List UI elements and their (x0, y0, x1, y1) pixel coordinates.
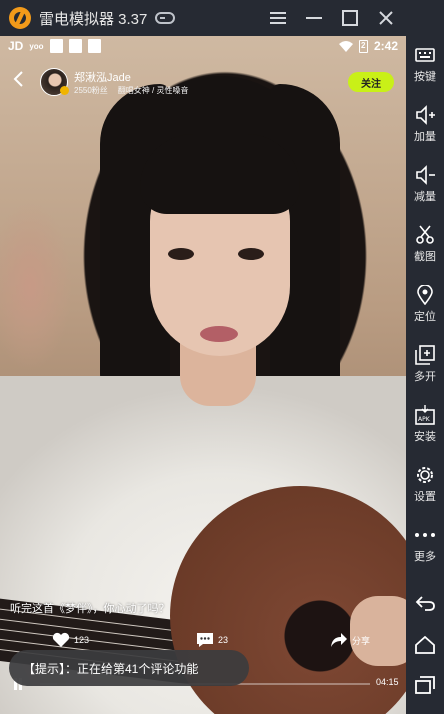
close-button[interactable] (374, 6, 398, 30)
sidebar-item-keys[interactable]: 按键 (406, 44, 444, 84)
scissors-icon (414, 224, 436, 246)
hamburger-icon (270, 12, 286, 24)
gamepad-icon[interactable] (155, 12, 176, 24)
multi-instance-icon (414, 344, 436, 366)
notification-icon (49, 39, 63, 53)
volume-down-icon (414, 164, 436, 186)
keyboard-icon (414, 44, 436, 66)
phone-screen: JD yoo 2 2:42 郑湫泓Jade 2550粉丝 翻唱女神 / 灵性嗓音… (0, 36, 406, 714)
sidebar-item-install[interactable]: APK 安装 (406, 404, 444, 444)
fans-count: 2550粉丝 (74, 86, 108, 95)
like-button[interactable]: 123 (52, 632, 89, 648)
sidebar-item-label: 减量 (414, 191, 436, 203)
close-icon (379, 11, 393, 25)
streamer-tag: 翻唱女神 (117, 86, 150, 95)
battery-icon: 2 (358, 39, 368, 53)
emulator-sidebar: 按键 加量 减量 截图 定位 多开 APK 安装 设置 更多 (406, 0, 444, 714)
minimize-icon (306, 17, 322, 19)
comment-button[interactable]: 23 (196, 632, 228, 648)
jd-app-icon: JD (8, 39, 24, 53)
recents-icon (414, 674, 436, 696)
emulator-logo-icon (9, 7, 31, 29)
sidebar-item-multi-instance[interactable]: 多开 (406, 344, 444, 384)
video-caption: 听完这首《梦伴》，你心动了吗？ (10, 603, 170, 615)
streamer-tag: 灵性嗓音 (156, 86, 189, 95)
sidebar-item-label: 更多 (414, 551, 436, 563)
android-home-button[interactable] (406, 634, 444, 656)
chevron-left-icon (13, 71, 23, 87)
share-label: 分享 (352, 635, 371, 646)
android-back-button[interactable] (406, 592, 444, 614)
hint-toast: 【提示】：正在给第41个评论功能 (9, 650, 249, 686)
maximize-icon (342, 10, 358, 26)
sidebar-item-screenshot[interactable]: 截图 (406, 224, 444, 264)
sidebar-item-label: 多开 (414, 371, 436, 383)
back-button[interactable] (12, 70, 24, 93)
streamer-name[interactable]: 郑湫泓Jade (74, 69, 131, 85)
sidebar-item-label: 截图 (414, 251, 436, 263)
notification-icon (87, 39, 101, 53)
sidebar-item-label: 按键 (414, 71, 436, 83)
share-button[interactable]: 分享 (330, 632, 370, 648)
like-count: 123 (74, 635, 90, 645)
svg-text:APK: APK (418, 416, 431, 423)
comment-icon (197, 633, 213, 647)
menu-button[interactable] (266, 6, 290, 30)
follow-button[interactable]: 关注 (348, 72, 394, 92)
wifi-icon (338, 40, 353, 52)
window-title: 雷电模拟器 3.37 (39, 10, 148, 28)
more-icon (414, 524, 436, 546)
sidebar-item-volume-down[interactable]: 减量 (406, 164, 444, 204)
sidebar-item-settings[interactable]: 设置 (406, 464, 444, 504)
sidebar-item-label: 安装 (414, 431, 436, 443)
location-icon (414, 284, 436, 306)
comment-count: 23 (218, 635, 229, 645)
sidebar-item-volume-up[interactable]: 加量 (406, 104, 444, 144)
sidebar-item-more[interactable]: 更多 (406, 524, 444, 564)
minimize-button[interactable] (302, 6, 326, 30)
android-recents-button[interactable] (406, 674, 444, 696)
volume-up-icon (414, 104, 436, 126)
verified-badge-icon (60, 86, 69, 95)
share-icon (331, 633, 347, 647)
sidebar-item-label: 定位 (414, 311, 436, 323)
install-apk-icon: APK (414, 404, 436, 426)
yoo-app-icon: yoo (29, 41, 44, 51)
video-duration: 04:15 (376, 677, 399, 687)
sidebar-item-label: 加量 (414, 131, 436, 143)
gear-icon (414, 464, 436, 486)
notification-icon (68, 39, 82, 53)
home-icon (414, 634, 436, 656)
android-status-bar: JD yoo 2 2:42 (0, 36, 406, 58)
back-arrow-icon (414, 592, 436, 614)
heart-icon (52, 632, 70, 647)
clock: 2:42 (373, 39, 398, 53)
maximize-button[interactable] (338, 6, 362, 30)
streamer-info: 2550粉丝 翻唱女神 / 灵性嗓音 (74, 86, 189, 95)
sidebar-item-label: 设置 (414, 491, 436, 503)
sidebar-item-location[interactable]: 定位 (406, 284, 444, 324)
emulator-title-bar: 雷电模拟器 3.37 (0, 0, 444, 36)
